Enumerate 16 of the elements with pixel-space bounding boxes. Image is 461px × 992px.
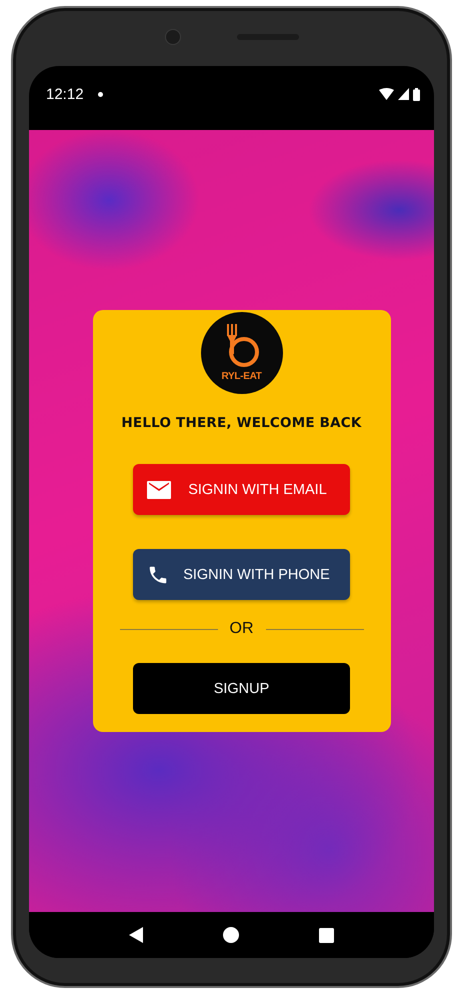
status-time: 12:12	[46, 86, 84, 102]
back-icon[interactable]	[129, 927, 143, 943]
camera-icon	[164, 29, 180, 45]
signup-button[interactable]: SIGNUP	[133, 663, 350, 714]
logo-text: RYL-EAT	[221, 371, 262, 382]
wifi-icon	[379, 88, 394, 100]
phone-signin-button[interactable]: SIGNIN WITH PHONE	[133, 549, 350, 600]
mail-icon	[147, 480, 171, 498]
welcome-heading: HELLO THERE, WELCOME BACK	[121, 415, 362, 431]
email-signin-button[interactable]: SIGNIN WITH EMAIL	[133, 464, 350, 515]
home-icon[interactable]	[223, 927, 239, 943]
recents-icon[interactable]	[319, 928, 334, 942]
battery-icon	[413, 88, 420, 100]
or-divider-text: OR	[230, 620, 254, 638]
notification-dot-icon	[98, 92, 103, 96]
signal-icon	[398, 88, 409, 100]
